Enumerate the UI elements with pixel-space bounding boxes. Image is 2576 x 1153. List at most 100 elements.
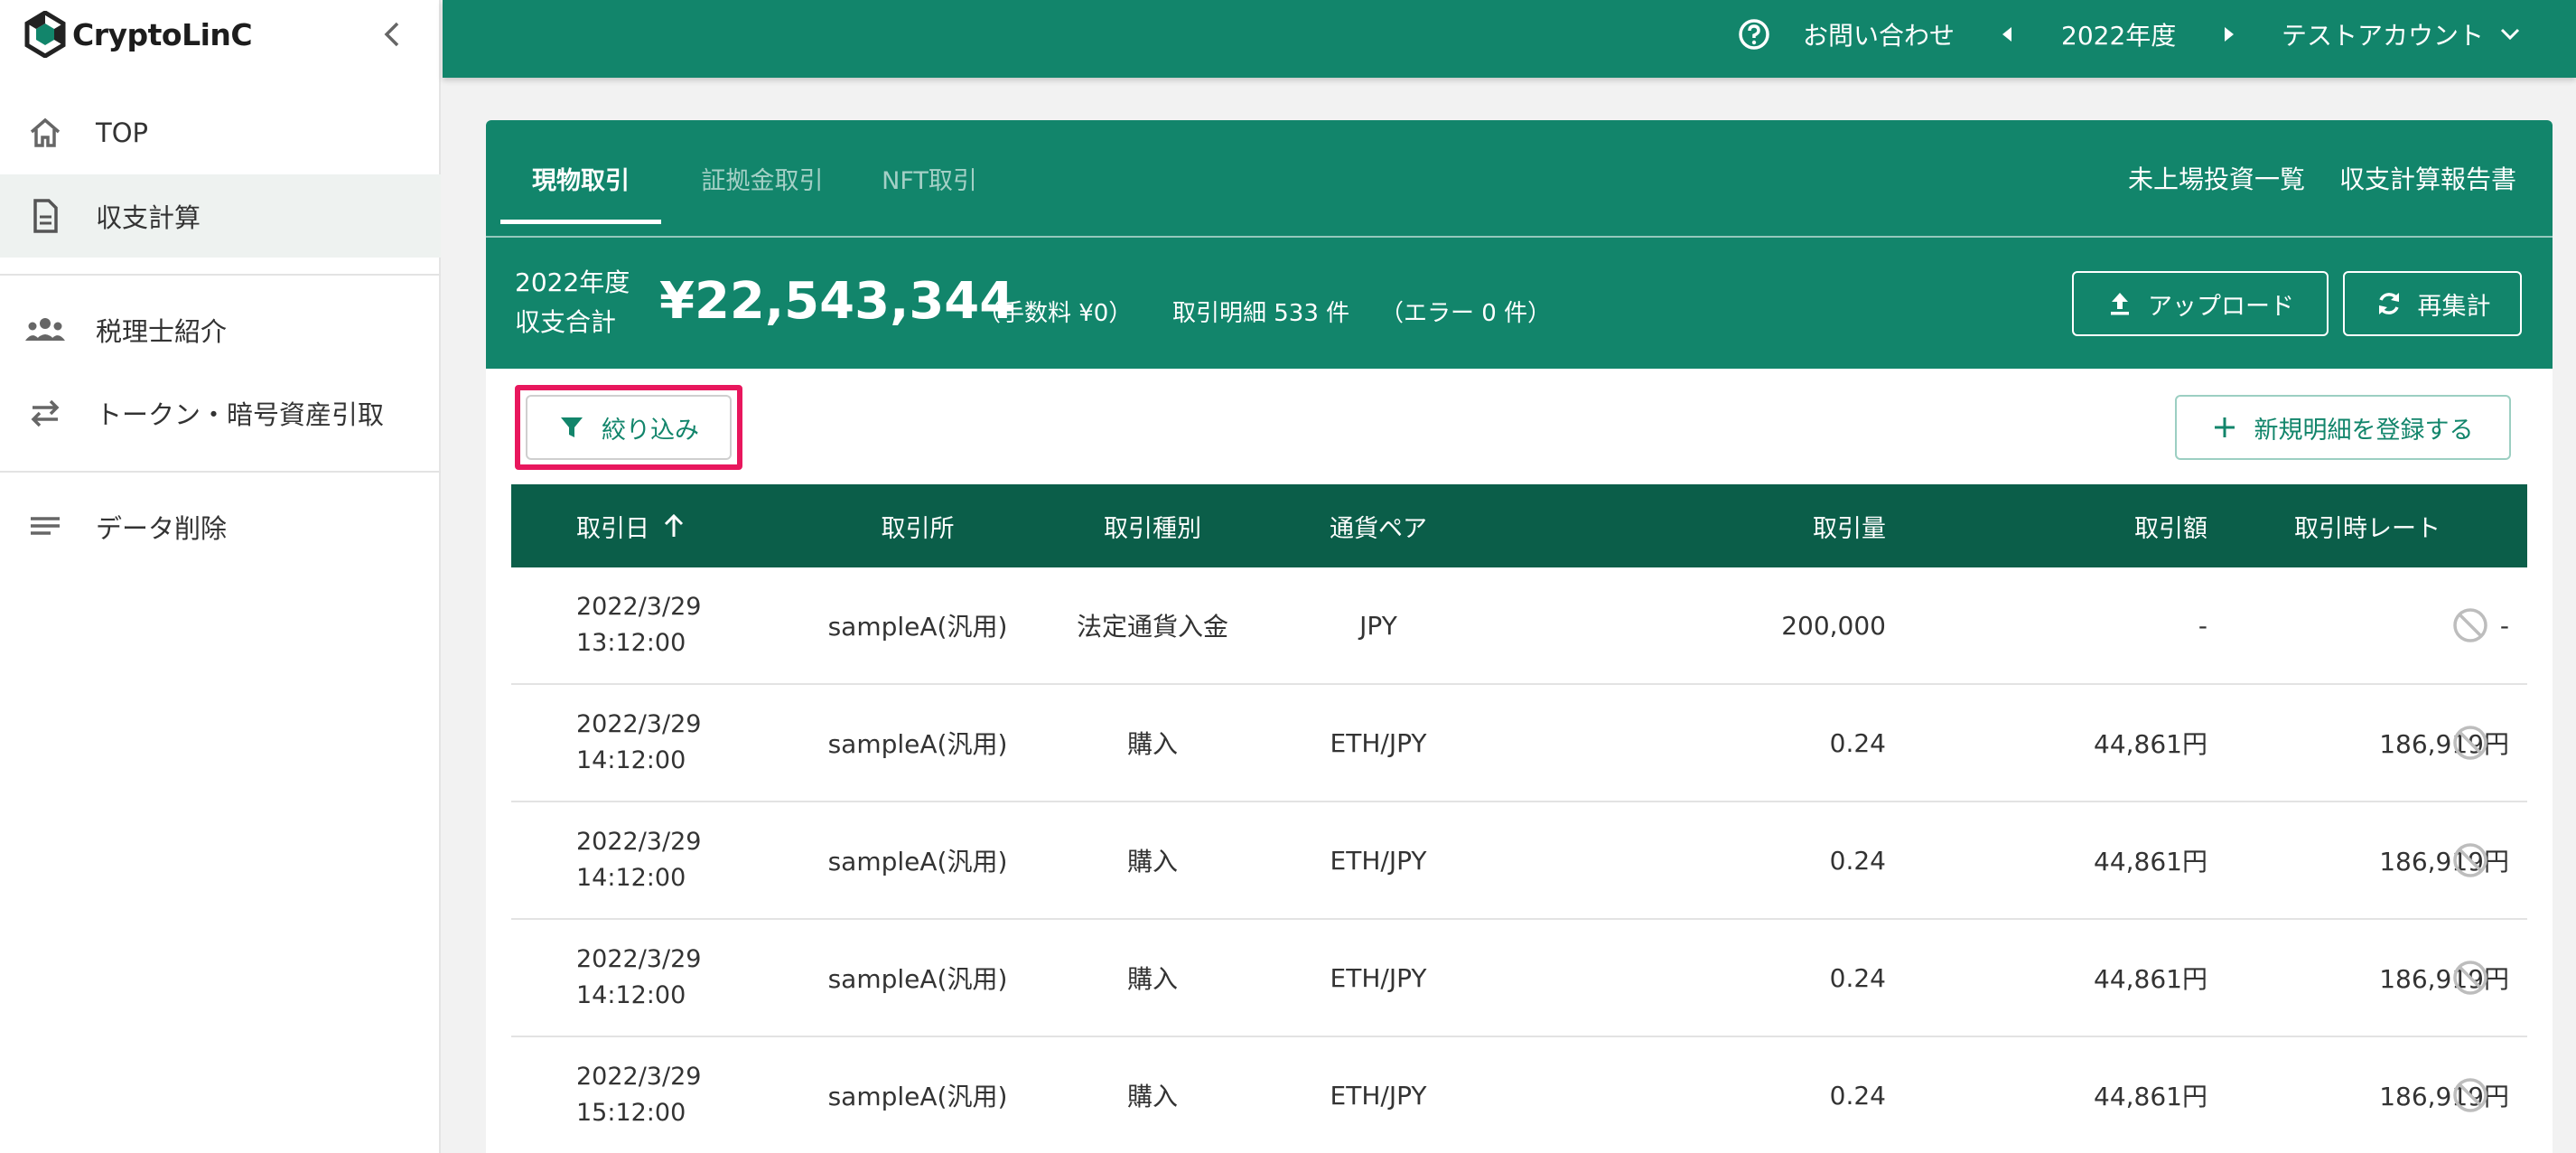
collapse-sidebar-button[interactable] — [376, 14, 408, 54]
home-icon — [23, 111, 67, 155]
cell-date-time: 14:12:00 — [576, 864, 686, 892]
cell-date-day: 2022/3/29 — [576, 710, 702, 738]
add-transaction-button-label: 新規明細を登録する — [2254, 416, 2474, 445]
column-header-exchange[interactable]: 取引所 — [782, 484, 1053, 567]
filter-button-label: 絞り込み — [602, 416, 699, 445]
upload-button[interactable]: アップロード — [2072, 271, 2329, 336]
nav-group-main: TOP 収支計算 — [0, 91, 441, 258]
tabs: 現物取引 証拠金取引 NFT取引 未上場投資一覧 収支計算報告書 — [486, 120, 2553, 236]
table-row[interactable]: 2022/3/29 15:12:00 sampleA(汎用) 購入 ETH/JP… — [511, 1037, 2527, 1153]
cell-date: 2022/3/29 15:12:00 — [576, 1037, 721, 1153]
table-header: 取引日 取引所 取引種別 通貨ペア 取引量 取引額 取引時レート — [511, 484, 2527, 567]
brand-logo[interactable]: CryptoLinC — [23, 9, 253, 60]
chevron-left-icon — [384, 22, 399, 47]
cell-pair: JPY — [1359, 610, 1397, 641]
exclude-row-button[interactable] — [2428, 567, 2513, 683]
pnl-report-link[interactable]: 収支計算報告書 — [2339, 120, 2516, 236]
cell-value: - — [2198, 610, 2207, 641]
upload-icon — [2111, 293, 2129, 315]
table-row[interactable]: 2022/3/29 13:12:00 sampleA(汎用) 法定通貨入金 JP… — [511, 567, 2527, 685]
column-header-amount[interactable]: 取引量 — [1514, 484, 1886, 567]
summary-label: 2022年度 収支合計 — [515, 263, 630, 342]
cell-value: 44,861円 — [2094, 847, 2207, 876]
contact-link[interactable]: お問い合わせ — [1803, 0, 1955, 69]
sidebar-item-token-buyback[interactable]: トークン・暗号資産引取 — [0, 371, 441, 455]
sort-ascending-icon — [664, 513, 684, 537]
sidebar-item-label: トークン・暗号資産引取 — [96, 399, 385, 430]
table-row[interactable]: 2022/3/29 14:12:00 sampleA(汎用) 購入 ETH/JP… — [511, 802, 2527, 920]
nav-group-data: データ削除 — [0, 485, 441, 568]
summary-error-count: （エラー 0 件） — [1380, 300, 1552, 327]
table-row[interactable]: 2022/3/29 14:12:00 sampleA(汎用) 購入 ETH/JP… — [511, 920, 2527, 1037]
cell-date-time: 14:12:00 — [576, 981, 686, 1009]
sidebar-item-data-delete[interactable]: データ削除 — [0, 485, 441, 568]
sidebar-item-label: 収支計算 — [96, 202, 201, 233]
cell-date: 2022/3/29 14:12:00 — [576, 685, 721, 801]
prev-year-button[interactable] — [1998, 0, 2016, 69]
exclude-row-button[interactable] — [2428, 802, 2513, 918]
sidebar-item-tax-accountant[interactable]: 税理士紹介 — [0, 288, 441, 371]
summary-fee: （手数料 ¥0） — [977, 300, 1133, 327]
block-icon — [2453, 608, 2487, 642]
table-row[interactable]: 2022/3/29 14:12:00 sampleA(汎用) 購入 ETH/JP… — [511, 685, 2527, 802]
column-date-label: 取引日 — [576, 514, 649, 543]
column-header-value[interactable]: 取引額 — [1956, 484, 2207, 567]
next-year-button[interactable] — [2220, 0, 2238, 69]
top-bar: お問い合わせ 2022年度 テストアカウント — [443, 0, 2576, 78]
nav-divider — [0, 274, 441, 276]
block-icon — [2453, 726, 2487, 760]
caret-right-icon — [2225, 27, 2234, 42]
add-transaction-button[interactable]: 新規明細を登録する — [2175, 395, 2511, 460]
sidebar-item-label: 税理士紹介 — [96, 316, 228, 347]
cell-date-time: 14:12:00 — [576, 746, 686, 774]
block-icon — [2453, 843, 2487, 877]
cell-pair: ETH/JPY — [1330, 845, 1427, 876]
active-tab-indicator — [500, 220, 661, 224]
nav-group-services: 税理士紹介 トークン・暗号資産引取 — [0, 288, 441, 455]
cell-pair: ETH/JPY — [1330, 962, 1427, 993]
year-selector[interactable]: 2022年度 — [2061, 0, 2176, 69]
exclude-row-button[interactable] — [2428, 920, 2513, 1036]
summary-title: 収支合計 — [515, 307, 617, 337]
account-menu[interactable]: テストアカウント — [2282, 0, 2520, 69]
block-icon — [2453, 1078, 2487, 1112]
account-name: テストアカウント — [2282, 21, 2485, 51]
summary-year: 2022年度 — [515, 267, 630, 297]
tab-spot[interactable]: 現物取引 — [500, 120, 661, 236]
cell-amount: 0.24 — [1829, 1080, 1886, 1111]
cell-date: 2022/3/29 13:12:00 — [576, 567, 721, 683]
summary-total: ¥22,543,344 — [659, 272, 1015, 331]
cell-date: 2022/3/29 14:12:00 — [576, 802, 721, 918]
unlisted-investments-link[interactable]: 未上場投資一覧 — [2128, 120, 2305, 236]
sidebar-item-top[interactable]: TOP — [0, 91, 441, 174]
sidebar-item-calc[interactable]: 収支計算 — [0, 174, 441, 258]
cell-pair: ETH/JPY — [1330, 727, 1427, 758]
cell-exchange: sampleA(汎用) — [827, 847, 1008, 876]
filter-icon — [561, 417, 583, 437]
tab-nft[interactable]: NFT取引 — [862, 120, 997, 236]
column-header-pair[interactable]: 通貨ペア — [1243, 484, 1514, 567]
sidebar: CryptoLinC TOP 収支計算 税理士紹介 トークン・暗号資産引取 デー… — [0, 0, 441, 1153]
chevron-down-icon — [2500, 28, 2520, 41]
summary-transaction-count: 取引明細 533 件 — [1172, 300, 1350, 327]
cell-value: 44,861円 — [2094, 729, 2207, 759]
transactions-card: 現物取引 証拠金取引 NFT取引 未上場投資一覧 収支計算報告書 2022年度 … — [486, 120, 2553, 1153]
cell-date-day: 2022/3/29 — [576, 945, 702, 973]
upload-button-label: アップロード — [2148, 292, 2294, 321]
recalculate-button-label: 再集計 — [2417, 292, 2491, 321]
document-icon — [23, 194, 67, 238]
column-header-rate[interactable]: 取引時レート — [2227, 484, 2507, 567]
cell-date-day: 2022/3/29 — [576, 593, 702, 621]
cell-date-day: 2022/3/29 — [576, 828, 702, 856]
exclude-row-button[interactable] — [2428, 1037, 2513, 1153]
help-icon[interactable] — [1738, 0, 1770, 69]
cell-exchange: sampleA(汎用) — [827, 1082, 1008, 1111]
cell-amount: 0.24 — [1829, 962, 1886, 993]
column-header-date[interactable]: 取引日 — [576, 484, 721, 567]
exclude-row-button[interactable] — [2428, 685, 2513, 801]
recalculate-button[interactable]: 再集計 — [2343, 271, 2522, 336]
filter-button[interactable]: 絞り込み — [526, 395, 732, 460]
tab-margin[interactable]: 証拠金取引 — [681, 120, 844, 236]
block-icon — [2453, 961, 2487, 995]
cell-exchange: sampleA(汎用) — [827, 964, 1008, 994]
